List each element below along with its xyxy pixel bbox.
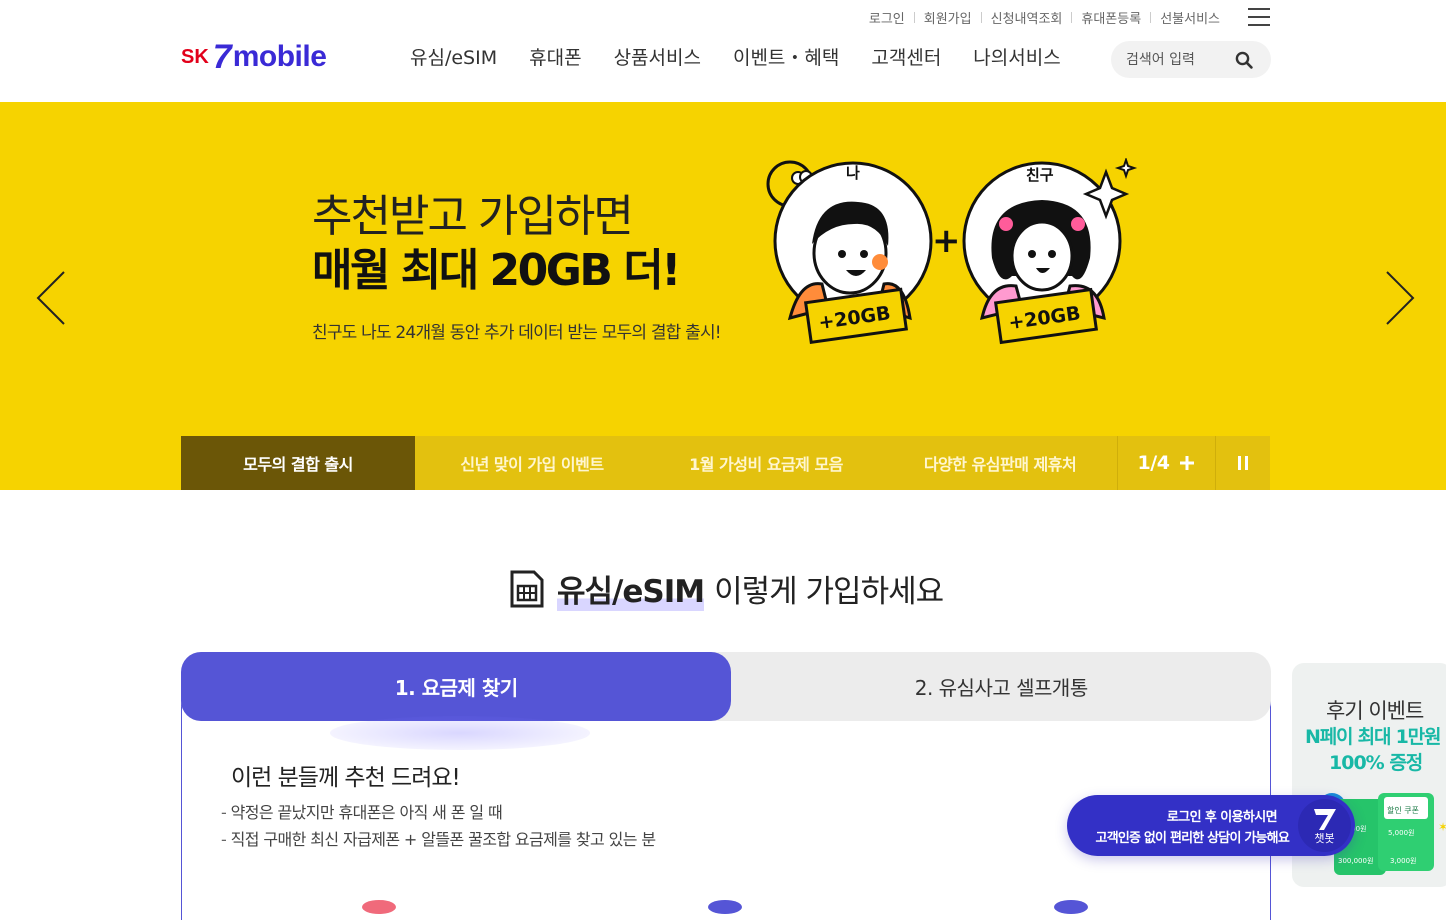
step-icon — [362, 900, 396, 914]
divider — [913, 12, 915, 23]
hero-tabs: 모두의 결합 출시 신년 맞이 가입 이벤트 1월 가성비 요금제 모음 다양한… — [181, 436, 1271, 490]
divider — [980, 12, 982, 23]
side-banner-line1: 후기 이벤트 — [1326, 699, 1424, 723]
hero-pager[interactable]: 1/4 — [1117, 436, 1215, 490]
divider — [1071, 12, 1073, 23]
label-friend: 친구 — [1026, 166, 1054, 184]
seven-logo-icon — [1313, 808, 1336, 830]
logo-mobile: mobile — [232, 40, 327, 73]
hero-banner[interactable]: 추천받고 가입하면 매월 최대 20GB 더! 친구도 나도 24개월 동안 추… — [0, 102, 1446, 490]
util-link-signup[interactable]: 회원가입 — [924, 8, 972, 27]
utility-nav: 로그인 회원가입 신청내역조회 휴대폰등록 선불서비스 — [869, 8, 1220, 27]
logo-seven: 7 — [212, 38, 232, 76]
step-tabs: 1. 요금제 찾기 2. 유심사고 셀프개통 — [181, 652, 1271, 721]
recommend-title: 이런 분들께 추천 드려요! — [231, 765, 461, 791]
label-me: 나 — [846, 164, 860, 182]
chatbot-message-2: 고객인증 없이 편리한 상담이 가능해요 — [1095, 831, 1290, 846]
hero-tab-2[interactable]: 신년 맞이 가입 이벤트 — [415, 436, 649, 490]
hero-tab-3[interactable]: 1월 가성비 요금제 모음 — [649, 436, 883, 490]
hero-tab-4[interactable]: 다양한 유심판매 제휴처 — [883, 436, 1117, 490]
util-link-prepaid[interactable]: 선불서비스 — [1160, 8, 1220, 27]
nav-products[interactable]: 상품서비스 — [614, 44, 701, 72]
search-box — [1111, 41, 1271, 78]
plus-sign: + — [932, 221, 961, 261]
util-link-order-history[interactable]: 신청내역조회 — [991, 8, 1063, 27]
step-icons-peek — [0, 900, 1446, 914]
nav-usim-esim[interactable]: 유심/eSIM — [410, 44, 497, 72]
plus-icon — [1180, 456, 1195, 470]
list-item: 약정은 끝났지만 휴대폰은 아직 새 폰 일 때 — [221, 799, 655, 826]
sparkle-icon: ✶ — [1438, 820, 1446, 834]
section-title-rest: 이렇게 가입하세요 — [714, 574, 944, 610]
logo-sk: SK — [181, 45, 209, 68]
menu-icon-bar — [1248, 24, 1270, 26]
pause-icon — [1238, 456, 1248, 470]
menu-icon-bar — [1248, 8, 1270, 10]
amount: 5,000원 — [1388, 828, 1414, 837]
chevron-right-icon[interactable] — [1385, 270, 1415, 326]
coupon-top: 할인 쿠폰 — [1387, 805, 1419, 815]
list-item: 직접 구매한 최신 자급제폰 + 알뜰폰 꿀조합 요금제를 찾고 있는 분 — [221, 826, 656, 853]
hero-tab-1[interactable]: 모두의 결합 출시 — [181, 436, 415, 490]
chatbot-icon[interactable]: 챗봇 — [1298, 799, 1351, 852]
util-link-login[interactable]: 로그인 — [869, 8, 905, 27]
main-nav: 유심/eSIM 휴대폰 상품서비스 이벤트・혜택 고객센터 나의서비스 — [410, 44, 1093, 72]
search-icon[interactable] — [1235, 51, 1253, 69]
menu-icon-bar — [1248, 16, 1270, 18]
sim-card-icon — [510, 570, 544, 607]
hero-illustration: 나 +20GB + 친구 +20GB — [766, 158, 1138, 345]
pause-button[interactable] — [1215, 436, 1270, 490]
logo[interactable]: SK 7 mobile — [181, 38, 327, 76]
menu-icon[interactable] — [1248, 8, 1270, 26]
nav-my-service[interactable]: 나의서비스 — [973, 44, 1060, 72]
nav-customer-center[interactable]: 고객센터 — [871, 44, 941, 72]
side-banner-line2: N페이 최대 1만원 — [1305, 726, 1441, 748]
side-banner-line3: 100% 증정 — [1329, 752, 1423, 774]
recommend-list: 약정은 끝났지만 휴대폰은 아직 새 폰 일 때 직접 구매한 최신 자급제폰 … — [221, 799, 656, 853]
amount: 3,000원 — [1390, 856, 1416, 865]
step-icon — [1054, 900, 1088, 914]
divider — [1150, 12, 1152, 23]
chevron-left-icon[interactable] — [36, 270, 66, 326]
nav-phone[interactable]: 휴대폰 — [529, 44, 581, 72]
pager-count: 1/4 — [1137, 452, 1170, 474]
tab-glow — [330, 716, 590, 750]
nav-events[interactable]: 이벤트・혜택 — [733, 44, 839, 72]
hero-subtitle: 친구도 나도 24개월 동안 추가 데이터 받는 모두의 결합 출시! — [312, 323, 722, 343]
search-input[interactable] — [1126, 51, 1231, 68]
amount: 300,000원 — [1338, 856, 1373, 865]
section-title-highlight: 유심/eSIM — [557, 566, 705, 611]
chatbot-message-1: 로그인 후 이용하시면 — [1166, 810, 1278, 825]
chatbot-label: 챗봇 — [1314, 831, 1335, 845]
hero-title-line2: 매월 최대 20GB 더! — [312, 245, 681, 296]
util-link-phone-register[interactable]: 휴대폰등록 — [1081, 8, 1141, 27]
step-icon — [708, 900, 742, 914]
step-tab-find-plan[interactable]: 1. 요금제 찾기 — [181, 652, 732, 721]
chatbot-button[interactable]: 로그인 후 이용하시면 고객인증 없이 편리한 상담이 가능해요 챗봇 — [1067, 795, 1355, 856]
section-title: 유심/eSIM 이렇게 가입하세요 — [509, 566, 944, 611]
step-tab-self-activate[interactable]: 2. 유심사고 셀프개통 — [731, 652, 1271, 721]
